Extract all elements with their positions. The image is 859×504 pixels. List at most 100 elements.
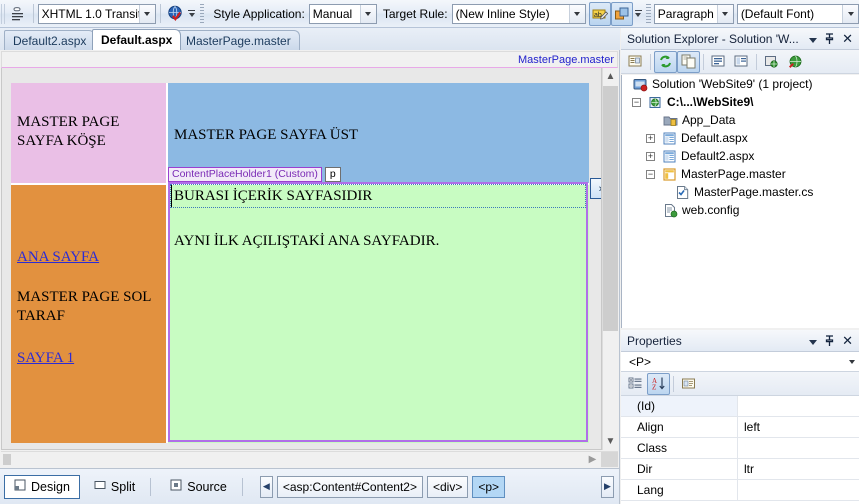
tag-p[interactable]: <p>	[472, 475, 506, 498]
contentplaceholder-tag-badge[interactable]: ContentPlaceHolder1 (Custom) p	[168, 167, 341, 182]
expand-expander[interactable]: +	[646, 133, 655, 143]
expand-expander[interactable]: +	[646, 151, 655, 161]
copy-website-icon[interactable]	[760, 51, 783, 73]
property-row-class[interactable]: Class	[621, 438, 859, 459]
property-value[interactable]	[738, 480, 859, 500]
target-rule-combobox[interactable]: (New Inline Style)	[451, 3, 586, 24]
target-rule-label: Target Rule:	[382, 6, 448, 21]
collapse-expander[interactable]: −	[646, 169, 655, 179]
tag-nav-prev-button[interactable]: ◀	[259, 475, 273, 498]
designer-vertical-scrollbar[interactable]: ▲ ▼	[602, 68, 618, 450]
chevron-down-icon[interactable]	[844, 359, 859, 364]
smart-tag-chevron-right-icon[interactable]: ›	[590, 178, 601, 199]
tree-item-solution[interactable]: Solution 'WebSite9' (1 project)	[622, 75, 859, 93]
region-sidebar[interactable]: ANA SAYFA MASTER PAGE SOL TARAF SAYFA 1	[11, 185, 166, 443]
tab-default-aspx[interactable]: Default.aspx	[92, 29, 182, 50]
property-value[interactable]	[738, 438, 859, 458]
vertical-scroll-thumb[interactable]	[603, 86, 618, 331]
property-value[interactable]	[738, 396, 859, 416]
style-application-dropdown-arrow[interactable]	[359, 4, 376, 23]
block-format-combobox[interactable]: Paragraph	[653, 3, 734, 24]
property-row-lang[interactable]: Lang	[621, 480, 859, 501]
source-view-button[interactable]: Source	[160, 475, 237, 499]
tree-item-label: Default2.aspx	[681, 149, 755, 163]
doctype-dropdown-arrow[interactable]	[138, 4, 155, 23]
paragraph-tag-label[interactable]: p	[324, 167, 341, 182]
tree-item-default2-aspx[interactable]: + Default2.aspx	[622, 147, 859, 165]
tag-div[interactable]: <div>	[426, 475, 469, 498]
globe-check-icon[interactable]	[165, 2, 187, 26]
tree-item-web-config[interactable]: web.config	[622, 201, 859, 219]
solution-explorer-toolbar	[621, 50, 859, 74]
chevron-down-icon[interactable]	[809, 334, 818, 348]
property-pages-icon[interactable]	[677, 373, 700, 395]
block-format-icon[interactable]	[7, 2, 29, 26]
font-combobox[interactable]: (Default Font)	[736, 3, 859, 24]
tree-item-app-data[interactable]: App_Data	[622, 111, 859, 129]
design-canvas[interactable]: MASTER PAGE SAYFA KÖŞE MASTER PAGE SAYFA…	[1, 68, 602, 450]
tag-nav-next-button[interactable]: ▶	[601, 475, 614, 498]
toolbar-grip[interactable]	[199, 3, 205, 24]
show-all-files-icon[interactable]	[707, 51, 730, 73]
split-view-button[interactable]: Split	[84, 475, 145, 499]
tree-item-default-aspx[interactable]: + Default.aspx	[622, 129, 859, 147]
target-rule-dropdown-arrow[interactable]	[568, 4, 585, 23]
refresh-icon[interactable]	[654, 50, 677, 73]
property-row-dir[interactable]: Dir ltr	[621, 459, 859, 480]
tree-item-masterpage-master[interactable]: − MasterPage.master	[622, 165, 859, 183]
toolbar-separator	[703, 53, 704, 70]
pin-icon[interactable]	[824, 32, 835, 45]
style-application-combobox[interactable]: Manual	[308, 3, 377, 24]
tree-item-masterpage-master-cs[interactable]: MasterPage.master.cs	[622, 183, 859, 201]
scroll-up-button[interactable]: ▲	[603, 68, 618, 85]
alphabetical-icon[interactable]: AZ	[647, 372, 670, 395]
layers-icon[interactable]	[610, 1, 634, 26]
properties-window-icon[interactable]	[624, 51, 647, 73]
source-view-icon	[170, 479, 182, 494]
chevron-down-icon[interactable]	[809, 32, 818, 46]
property-value[interactable]: ltr	[738, 459, 859, 479]
toolbar-overflow-button[interactable]	[187, 4, 197, 24]
doctype-combobox[interactable]: XHTML 1.0 Transitiona	[37, 3, 156, 24]
property-name: Dir	[621, 459, 738, 479]
scroll-down-button[interactable]: ▼	[603, 433, 618, 450]
tree-item-website-project[interactable]: − C:\...\WebSite9\	[622, 93, 859, 111]
categorized-icon[interactable]	[624, 373, 647, 395]
design-view-button[interactable]: Design	[4, 474, 80, 499]
tag-asp-content[interactable]: <asp:Content#Content2>	[276, 475, 423, 498]
close-icon[interactable]: ✕	[842, 32, 853, 45]
pin-icon[interactable]	[824, 334, 835, 347]
toolbar-grip[interactable]	[1, 3, 7, 24]
scroll-right-button[interactable]: ▶	[584, 452, 601, 467]
toolbar-grip[interactable]	[646, 3, 651, 24]
ab-pencil-icon[interactable]: ab	[588, 1, 611, 26]
view-designer-icon[interactable]	[730, 51, 753, 73]
tree-item-label: Solution 'WebSite9' (1 project)	[652, 77, 813, 91]
properties-object-combobox[interactable]: <P>	[621, 352, 859, 372]
font-dropdown-arrow[interactable]	[842, 4, 859, 23]
tab-masterpage-master[interactable]: MasterPage.master	[177, 30, 300, 50]
designer-horizontal-scrollbar[interactable]: ▶	[1, 451, 618, 467]
web-form-designer: MasterPage.master MASTER PAGE SAYFA KÖŞE…	[0, 50, 620, 468]
property-row-align[interactable]: Align left	[621, 417, 859, 438]
tag-label: <p>	[478, 479, 500, 494]
region-content[interactable]: BURASI İÇERİK SAYFASIDIR AYNI İLK AÇILIŞ…	[168, 185, 589, 443]
solution-tree[interactable]: Solution 'WebSite9' (1 project) − C:\...…	[621, 75, 859, 328]
scroll-resize-grip[interactable]	[601, 452, 618, 467]
nest-related-files-icon[interactable]	[677, 50, 700, 73]
aspnet-configuration-icon[interactable]	[783, 51, 806, 73]
property-value[interactable]: left	[738, 417, 859, 437]
collapse-expander[interactable]: −	[632, 97, 641, 107]
toolbar-overflow-button[interactable]	[633, 4, 643, 24]
properties-grid[interactable]: (Id) Align left Class Dir ltr Lang	[621, 396, 859, 504]
region-corner[interactable]: MASTER PAGE SAYFA KÖŞE	[11, 83, 166, 183]
link-ana-sayfa[interactable]: ANA SAYFA	[17, 249, 99, 265]
tree-item-label: MasterPage.master	[681, 167, 786, 181]
link-sayfa-1[interactable]: SAYFA 1	[17, 350, 74, 366]
close-icon[interactable]: ✕	[842, 334, 853, 347]
tab-default2-aspx[interactable]: Default2.aspx	[4, 30, 96, 50]
block-format-dropdown-arrow[interactable]	[716, 4, 733, 23]
horizontal-scroll-thumb[interactable]	[3, 454, 11, 465]
tag-label: <asp:Content#Content2>	[282, 479, 417, 494]
property-row-id[interactable]: (Id)	[621, 396, 859, 417]
